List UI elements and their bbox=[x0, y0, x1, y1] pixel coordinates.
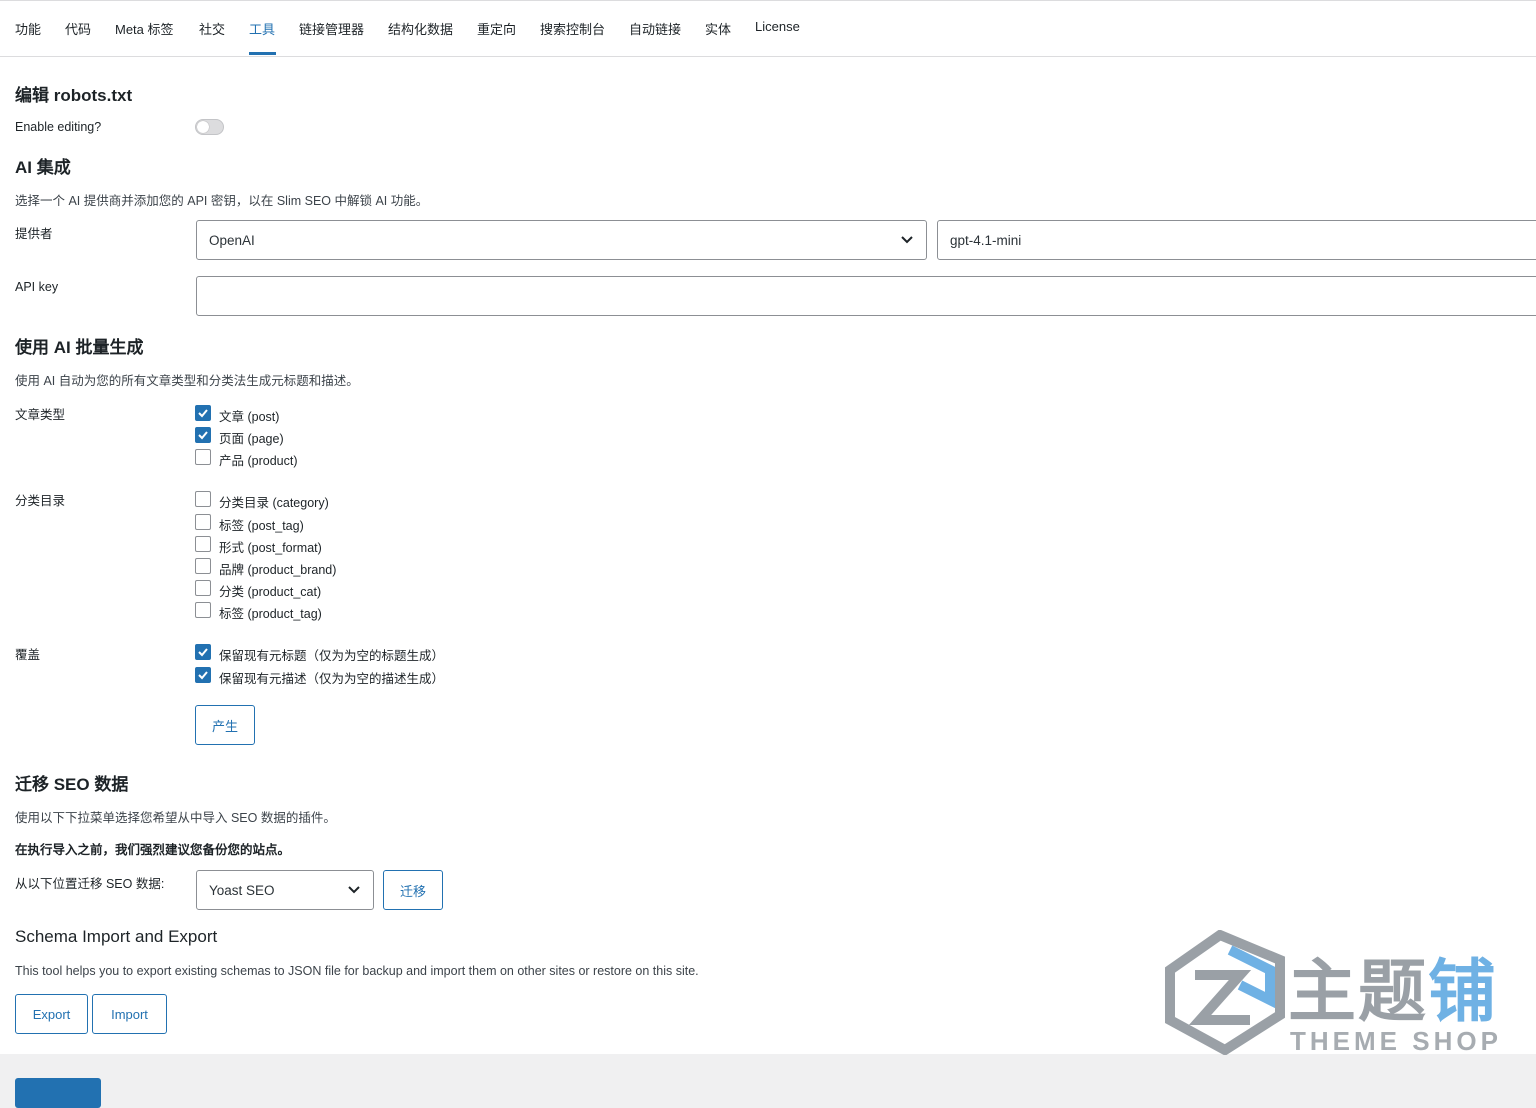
checkbox-category-label: 分类目录 (category) bbox=[219, 496, 329, 510]
overwrite-label: 覆盖 bbox=[15, 648, 41, 662]
checkbox-keep-description[interactable] bbox=[195, 667, 211, 683]
tab-social[interactable]: 社交 bbox=[199, 19, 225, 38]
enable-editing-label: Enable editing? bbox=[15, 120, 102, 134]
checkbox-keep-title[interactable] bbox=[195, 644, 211, 660]
tab-code[interactable]: 代码 bbox=[65, 19, 91, 38]
post-types-label: 文章类型 bbox=[15, 408, 66, 422]
checkbox-post-format-label: 形式 (post_format) bbox=[219, 541, 322, 555]
toggle-knob bbox=[197, 121, 209, 133]
checkbox-product-cat-label: 分类 (product_cat) bbox=[219, 585, 322, 599]
checkbox-product-brand-label: 品牌 (product_brand) bbox=[219, 563, 337, 577]
checkbox-product-tag[interactable] bbox=[195, 602, 211, 618]
check-icon bbox=[198, 431, 208, 440]
check-icon bbox=[198, 671, 208, 680]
tab-license[interactable]: License bbox=[755, 19, 800, 34]
checkbox-post[interactable] bbox=[195, 405, 211, 421]
export-button[interactable]: Export bbox=[15, 994, 88, 1034]
settings-panel: 功能 代码 Meta 标签 社交 工具 链接管理器 结构化数据 重定向 搜索控制… bbox=[0, 0, 1536, 1054]
save-button[interactable] bbox=[15, 1078, 101, 1108]
chevron-down-icon bbox=[901, 236, 913, 244]
checkbox-post-format[interactable] bbox=[195, 536, 211, 552]
checkbox-product-brand[interactable] bbox=[195, 558, 211, 574]
model-input[interactable]: gpt-4.1-mini bbox=[937, 220, 1536, 260]
api-key-input[interactable] bbox=[196, 276, 1536, 316]
checkbox-page-label: 页面 (page) bbox=[219, 432, 284, 446]
enable-editing-toggle[interactable] bbox=[195, 119, 224, 135]
tab-features[interactable]: 功能 bbox=[15, 19, 41, 38]
ai-description: 选择一个 AI 提供商并添加您的 API 密钥，以在 Slim SEO 中解锁 … bbox=[15, 194, 429, 208]
migrate-description: 使用以下下拉菜单选择您希望从中导入 SEO 数据的插件。 bbox=[15, 811, 336, 825]
taxonomies-label: 分类目录 bbox=[15, 494, 66, 508]
theme-shop-logo-icon bbox=[1165, 929, 1285, 1056]
robots-heading: 编辑 robots.txt bbox=[15, 86, 133, 105]
ai-heading: AI 集成 bbox=[15, 158, 71, 177]
bulk-heading: 使用 AI 批量生成 bbox=[15, 338, 144, 357]
provider-label: 提供者 bbox=[15, 227, 53, 241]
checkbox-keep-description-label: 保留现有元描述（仅为为空的描述生成） bbox=[219, 672, 445, 686]
watermark-title: 主题铺 bbox=[1288, 953, 1499, 1032]
checkbox-post-label: 文章 (post) bbox=[219, 410, 280, 424]
check-icon bbox=[198, 648, 208, 657]
provider-select[interactable]: OpenAI bbox=[196, 220, 927, 260]
active-tab-indicator bbox=[249, 52, 276, 55]
tab-auto-links[interactable]: 自动链接 bbox=[629, 19, 681, 38]
api-key-label: API key bbox=[15, 280, 59, 294]
checkbox-post-tag-label: 标签 (post_tag) bbox=[219, 519, 304, 533]
schema-heading: Schema Import and Export bbox=[15, 927, 218, 946]
migrate-button[interactable]: 迁移 bbox=[383, 870, 443, 910]
checkbox-category[interactable] bbox=[195, 491, 211, 507]
checkbox-page[interactable] bbox=[195, 427, 211, 443]
model-input-value: gpt-4.1-mini bbox=[950, 232, 1022, 248]
tab-meta-tags[interactable]: Meta 标签 bbox=[115, 19, 174, 38]
bulk-description: 使用 AI 自动为您的所有文章类型和分类法生成元标题和描述。 bbox=[15, 374, 359, 388]
checkbox-post-tag[interactable] bbox=[195, 514, 211, 530]
checkbox-product-label: 产品 (product) bbox=[219, 454, 298, 468]
generate-button[interactable]: 产生 bbox=[195, 705, 255, 745]
migrate-source-select[interactable]: Yoast SEO bbox=[196, 870, 374, 910]
tab-bar: 功能 代码 Meta 标签 社交 工具 链接管理器 结构化数据 重定向 搜索控制… bbox=[0, 1, 1536, 57]
chevron-down-icon bbox=[348, 886, 360, 894]
tab-search-console[interactable]: 搜索控制台 bbox=[540, 19, 605, 38]
checkbox-product-tag-label: 标签 (product_tag) bbox=[219, 607, 322, 621]
watermark-subtitle: THEME SHOP bbox=[1290, 1026, 1502, 1056]
import-button[interactable]: Import bbox=[92, 994, 167, 1034]
migrate-warning: 在执行导入之前，我们强烈建议您备份您的站点。 bbox=[15, 843, 291, 857]
migrate-source-value: Yoast SEO bbox=[209, 882, 275, 898]
tab-schema[interactable]: 结构化数据 bbox=[388, 19, 453, 38]
watermark: 主题铺 THEME SHOP bbox=[1160, 929, 1530, 1060]
provider-select-value: OpenAI bbox=[209, 232, 255, 248]
migrate-from-label: 从以下位置迁移 SEO 数据: bbox=[15, 877, 165, 891]
schema-description: This tool helps you to export existing s… bbox=[15, 964, 699, 978]
checkbox-product-cat[interactable] bbox=[195, 580, 211, 596]
tab-tools[interactable]: 工具 bbox=[249, 19, 275, 38]
checkbox-product[interactable] bbox=[195, 449, 211, 465]
check-icon bbox=[198, 409, 208, 418]
tab-link-manager[interactable]: 链接管理器 bbox=[299, 19, 364, 38]
migrate-heading: 迁移 SEO 数据 bbox=[15, 775, 129, 794]
tab-entities[interactable]: 实体 bbox=[705, 19, 731, 38]
tab-redirection[interactable]: 重定向 bbox=[477, 19, 516, 38]
checkbox-keep-title-label: 保留现有元标题（仅为为空的标题生成） bbox=[219, 649, 445, 663]
